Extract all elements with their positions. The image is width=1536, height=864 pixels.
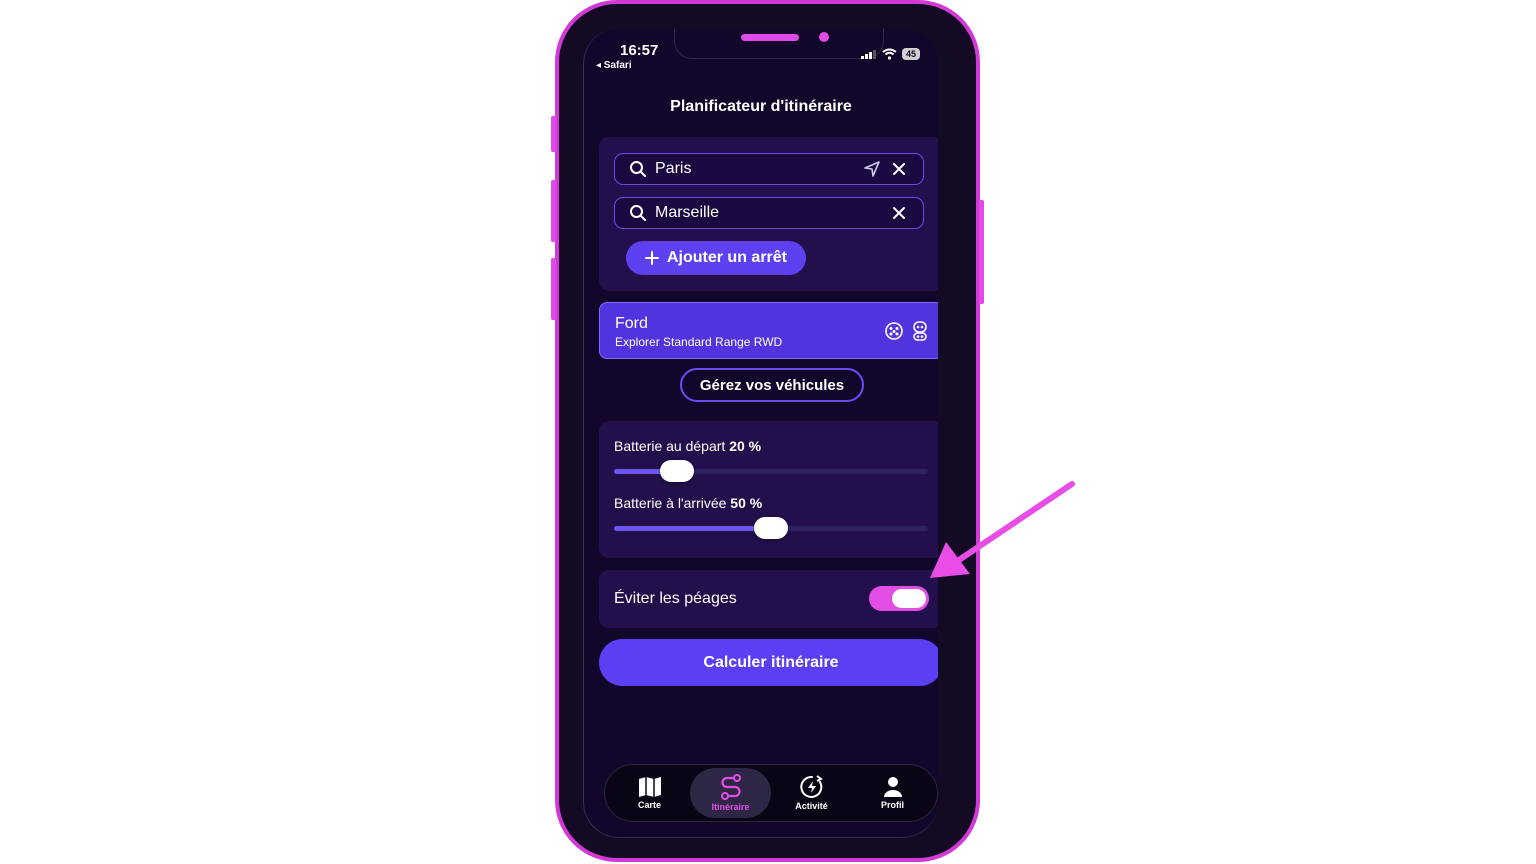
route-card: Paris Marseille Ajouter un arrêt <box>599 137 938 291</box>
origin-input[interactable]: Paris <box>614 153 924 185</box>
battery-start-slider[interactable] <box>614 460 928 482</box>
vehicle-model: Explorer Standard Range RWD <box>615 335 783 349</box>
tab-activite[interactable]: Activité <box>771 768 852 818</box>
selected-vehicle-card[interactable]: Ford Explorer Standard Range RWD <box>599 302 938 359</box>
volume-down-button <box>551 258 556 320</box>
locate-me-icon[interactable] <box>863 160 881 178</box>
tab-label: Profil <box>880 800 904 810</box>
tab-carte[interactable]: Carte <box>609 768 690 818</box>
wifi-icon <box>882 48 897 60</box>
tab-label: Itinéraire <box>711 802 750 812</box>
tab-label: Activité <box>795 801 828 811</box>
tab-itineraire[interactable]: Itinéraire <box>690 768 771 818</box>
silent-switch <box>551 116 556 152</box>
activity-bolt-icon <box>799 775 823 798</box>
bottom-tab-bar: Carte Itinéraire Activité Profil <box>604 764 938 822</box>
battery-start-text: Batterie au départ <box>614 438 726 454</box>
battery-end-thumb[interactable] <box>754 517 788 539</box>
origin-value: Paris <box>655 160 692 177</box>
tab-profil[interactable]: Profil <box>852 768 933 818</box>
battery-start-thumb[interactable] <box>659 460 694 482</box>
add-stop-label: Ajouter un arrêt <box>666 249 787 266</box>
calculate-route-button[interactable]: Calculer itinéraire <box>599 639 938 686</box>
battery-end-text: Batterie à l'arrivée <box>614 495 727 511</box>
ccs-connector-icon <box>913 321 927 341</box>
page-title: Planificateur d'itinéraire <box>670 98 852 115</box>
route-icon <box>720 774 741 800</box>
annotation-arrow-icon <box>930 481 1075 578</box>
avoid-tolls-label: Éviter les péages <box>614 590 737 607</box>
battery-end-slider[interactable] <box>614 517 928 539</box>
power-button <box>979 200 984 304</box>
phone-frame: 16:57 ◂ Safari 45 Planificateur d'itinér… <box>551 0 984 862</box>
status-time: 16:57 <box>620 42 659 59</box>
battery-indicator: 45 <box>901 48 920 60</box>
toggle-knob <box>892 589 926 608</box>
add-stop-button[interactable]: Ajouter un arrêt <box>626 241 806 275</box>
tab-label: Carte <box>637 800 661 810</box>
clear-destination-icon[interactable] <box>891 205 907 221</box>
back-to-safari-link[interactable]: ◂ Safari <box>596 60 632 71</box>
map-icon <box>638 777 661 797</box>
search-icon <box>630 161 646 177</box>
app-screen: 16:57 ◂ Safari 45 Planificateur d'itinér… <box>583 28 938 838</box>
battery-end-value: 50 % <box>730 495 763 511</box>
dynamic-island <box>674 28 884 59</box>
plus-icon <box>644 251 659 265</box>
volume-up-button <box>551 180 556 242</box>
battery-end-fill <box>614 526 771 531</box>
speaker-pill <box>741 34 799 41</box>
battery-start-value: 20 % <box>729 438 762 454</box>
battery-start-label: Batterie au départ 20 % <box>614 438 761 454</box>
vehicle-make: Ford <box>615 315 648 332</box>
battery-end-label: Batterie à l'arrivée 50 % <box>614 495 762 511</box>
destination-input[interactable]: Marseille <box>614 197 924 229</box>
manage-vehicles-button[interactable]: Gérez vos véhicules <box>680 368 864 402</box>
clear-origin-icon[interactable] <box>891 161 907 177</box>
destination-value: Marseille <box>655 204 720 221</box>
battery-card: Batterie au départ 20 % Batterie à l'arr… <box>599 421 938 558</box>
avoid-tolls-toggle[interactable] <box>869 586 929 611</box>
search-icon <box>630 205 646 221</box>
cellular-signal-icon <box>860 50 876 59</box>
type2-connector-icon <box>885 322 903 340</box>
connector-icons <box>884 321 928 341</box>
avoid-tolls-row: Éviter les péages <box>599 570 938 628</box>
camera-dot <box>819 32 829 42</box>
person-icon <box>883 777 902 797</box>
status-indicators: 45 <box>860 48 920 60</box>
